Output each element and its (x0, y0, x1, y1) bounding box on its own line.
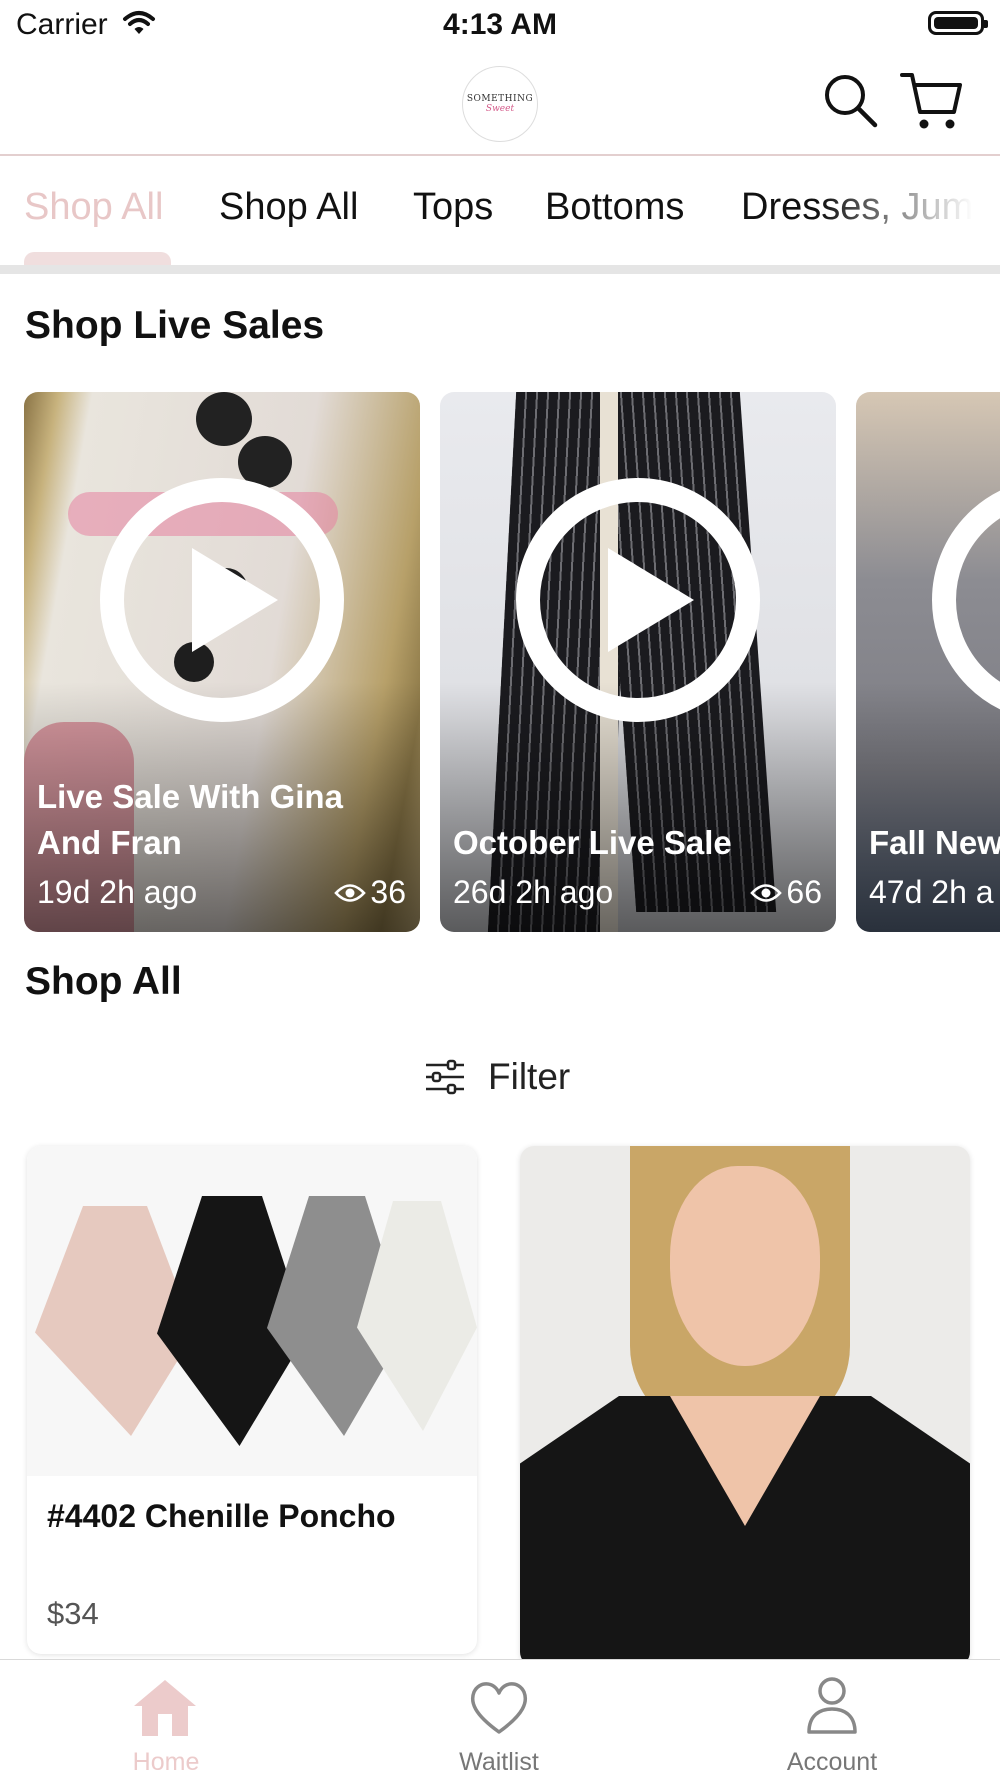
live-sales-carousel[interactable]: Live Sale With Gina And Fran 19d 2h ago … (0, 392, 1000, 932)
play-icon[interactable] (516, 478, 760, 722)
view-count-value: 36 (370, 874, 406, 910)
bottom-tab-bar: Home Waitlist Account (0, 1659, 1000, 1779)
product-image (27, 1146, 477, 1476)
heart-icon (470, 1682, 528, 1734)
search-icon[interactable] (822, 72, 880, 130)
tab-shop-all-active[interactable]: Shop All (24, 186, 163, 229)
status-bar: Carrier 4:13 AM (0, 0, 1000, 52)
tab-shop-all[interactable]: Shop All (219, 186, 358, 229)
product-image (520, 1146, 970, 1666)
account-icon (807, 1677, 857, 1734)
live-sale-age: 47d 2h a (869, 874, 994, 910)
logo-script: Sweet (485, 104, 515, 114)
tab-bottoms[interactable]: Bottoms (545, 186, 684, 229)
tab-account-label: Account (786, 1748, 878, 1776)
live-sale-title: Live Sale With Gina And Fran (37, 778, 343, 861)
battery-icon (928, 11, 988, 35)
product-card[interactable]: #4402 Chenille Poncho $34 (27, 1146, 477, 1654)
product-price: $34 (47, 1596, 99, 1631)
view-count: 66 (750, 874, 822, 911)
clock: 4:13 AM (443, 8, 557, 41)
live-sale-age: 26d 2h ago (453, 874, 614, 910)
live-sales-heading: Shop Live Sales (25, 304, 325, 347)
live-sale-title: October Live Sale (453, 824, 732, 861)
live-sale-card[interactable]: Fall New 47d 2h a (856, 392, 1000, 932)
tab-indicator (24, 252, 171, 266)
tabs-divider (0, 265, 1000, 274)
product-card[interactable] (520, 1146, 970, 1666)
home-icon (134, 1680, 196, 1736)
live-sale-age: 19d 2h ago (37, 874, 198, 910)
tab-home-label: Home (132, 1748, 200, 1776)
model-face (670, 1166, 820, 1366)
app-header: SOMETHING Sweet (0, 52, 1000, 156)
view-count: 36 (334, 874, 406, 911)
sliders-icon (426, 1059, 464, 1095)
product-name: #4402 Chenille Poncho (47, 1498, 396, 1534)
live-sale-title: Fall New (869, 824, 1000, 861)
logo-text: SOMETHING (466, 94, 534, 104)
play-icon[interactable] (932, 478, 1000, 722)
shop-all-heading: Shop All (25, 960, 182, 1003)
filter-label: Filter (488, 1056, 571, 1097)
tab-waitlist-label: Waitlist (459, 1748, 539, 1776)
live-sale-card[interactable]: October Live Sale 26d 2h ago 66 (440, 392, 836, 932)
view-count-value: 66 (786, 874, 822, 910)
tab-tops[interactable]: Tops (413, 186, 493, 229)
brand-logo[interactable]: SOMETHING Sweet (462, 66, 538, 142)
filter-button[interactable]: Filter (424, 1052, 570, 1102)
eye-icon (750, 883, 783, 902)
decor-flower (196, 392, 252, 446)
live-sale-card[interactable]: Live Sale With Gina And Fran 19d 2h ago … (24, 392, 420, 932)
category-tabs: Shop All Shop All Tops Bottoms Dresses, … (0, 156, 1000, 266)
eye-icon (334, 883, 367, 902)
play-icon[interactable] (100, 478, 344, 722)
cart-icon[interactable] (900, 70, 964, 132)
tabs-fade (820, 156, 1000, 256)
